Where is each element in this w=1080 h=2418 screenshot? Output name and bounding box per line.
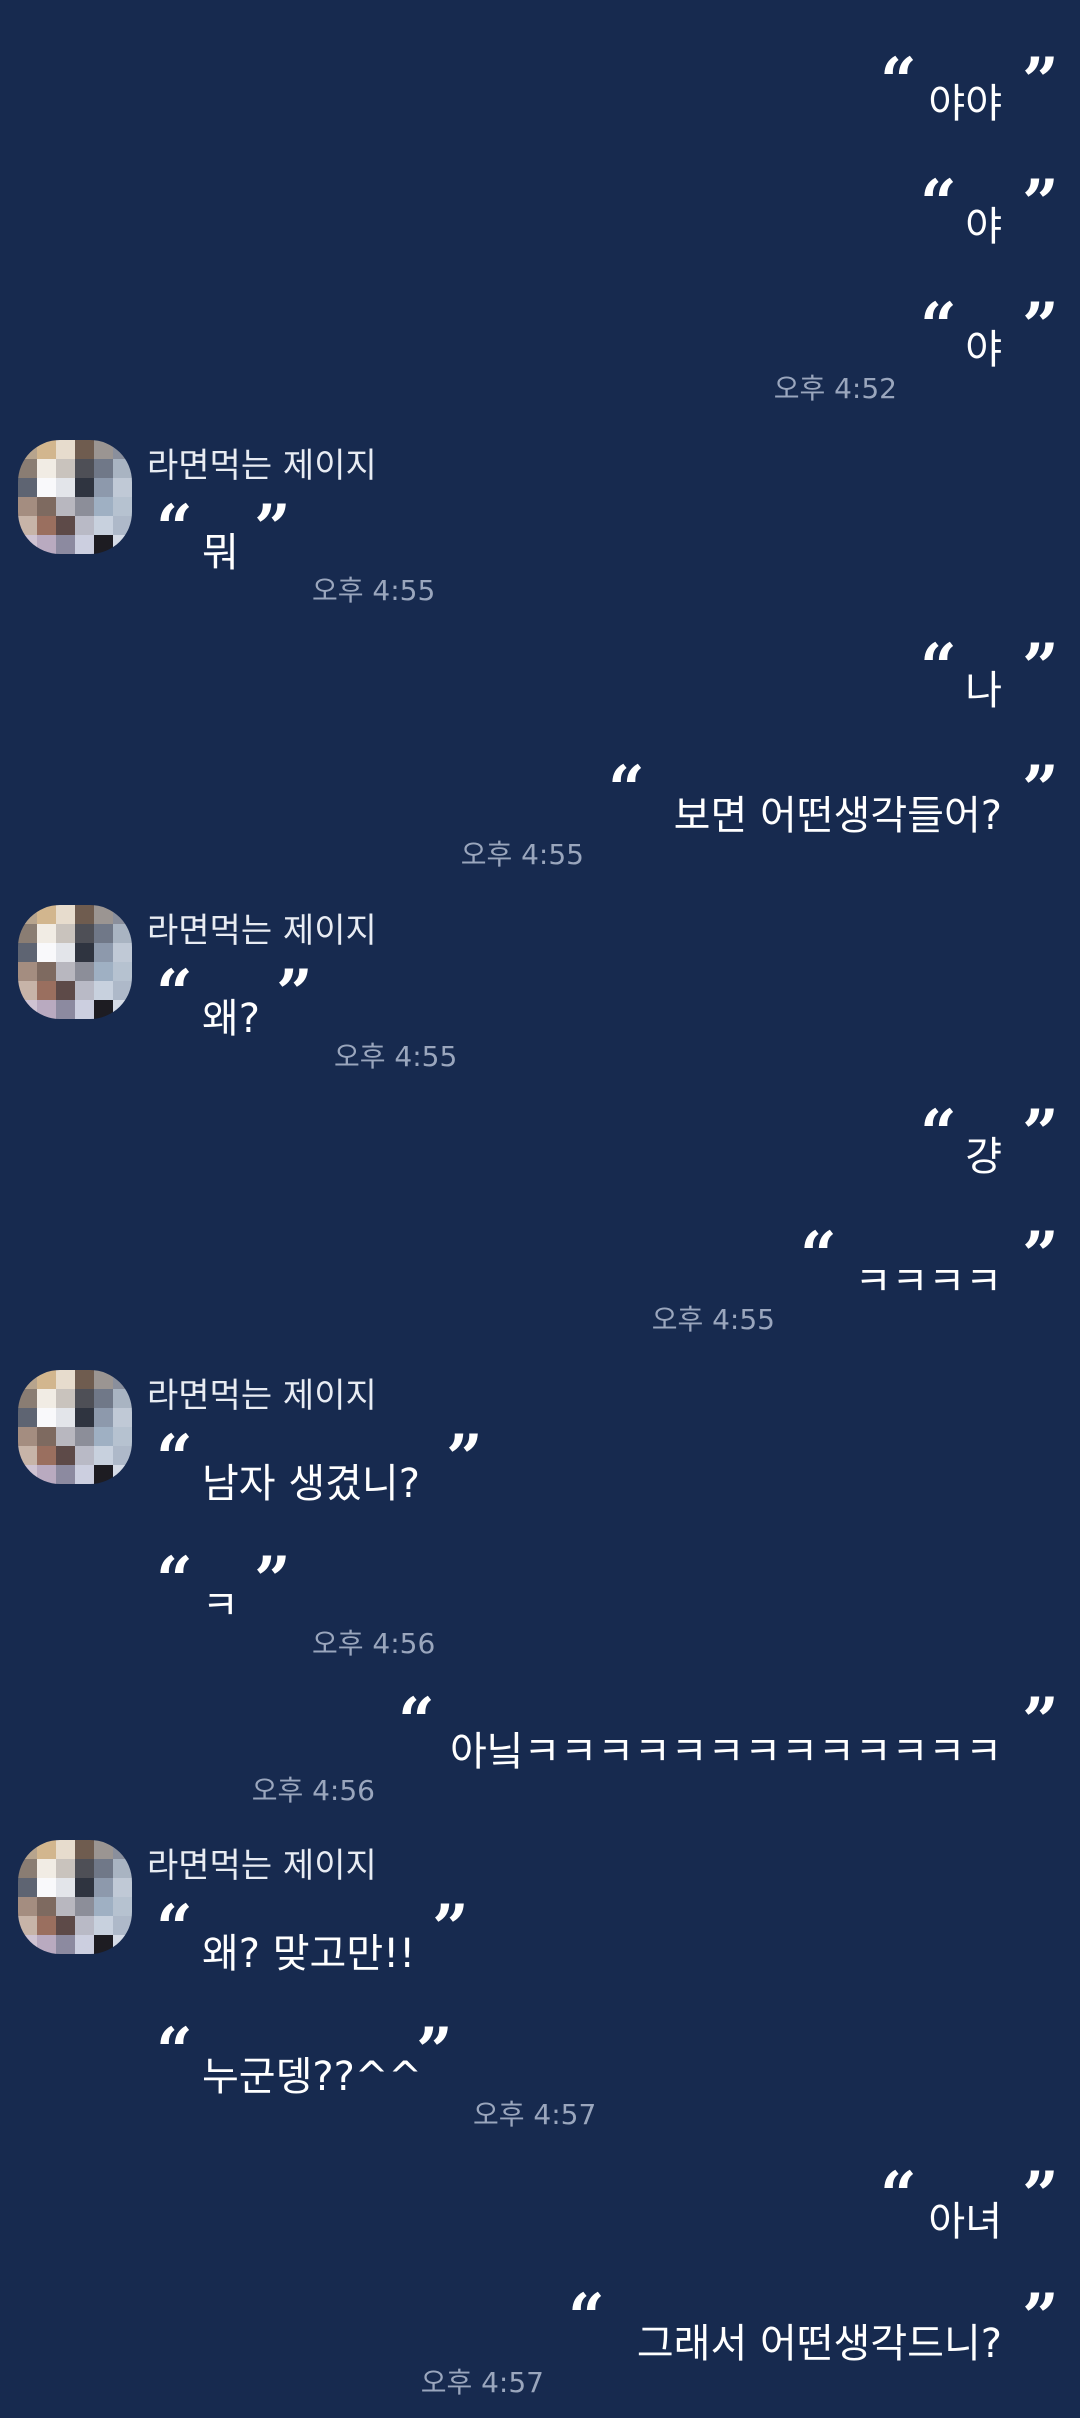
- open-quote-icon: “: [156, 956, 193, 1031]
- avatar[interactable]: [18, 1370, 132, 1484]
- message-text: 걍: [965, 1134, 1002, 1180]
- message-text: 왜?: [202, 996, 261, 1042]
- message-text: 야: [965, 204, 1002, 250]
- open-quote-icon: “: [880, 2158, 917, 2233]
- close-quote-icon: ”: [1022, 166, 1059, 241]
- open-quote-icon: “: [800, 1218, 837, 1293]
- close-quote-icon: ”: [1022, 1096, 1059, 1171]
- close-quote-icon: ”: [446, 1421, 483, 1496]
- close-quote-icon: ”: [254, 1543, 291, 1618]
- message-text: 나: [965, 668, 1002, 714]
- message-timestamp: 오후 4:55: [651, 1303, 775, 1336]
- message-text: 아닠ㅋㅋㅋㅋㅋㅋㅋㅋㅋㅋㅋㅋㅋ: [450, 1729, 1002, 1775]
- open-quote-icon: “: [608, 752, 645, 827]
- open-quote-icon: “: [156, 1421, 193, 1496]
- close-quote-icon: ”: [1022, 752, 1059, 827]
- close-quote-icon: ”: [1022, 1218, 1059, 1293]
- close-quote-icon: ”: [254, 491, 291, 566]
- message-text: 야야: [928, 81, 1002, 127]
- message-timestamp: 오후 4:55: [460, 838, 584, 871]
- message-timestamp: 오후 4:55: [312, 574, 436, 607]
- close-quote-icon: ”: [1022, 44, 1059, 119]
- message-text: ㅋ: [202, 1583, 239, 1629]
- open-quote-icon: “: [398, 1684, 435, 1759]
- close-quote-icon: ”: [1022, 2280, 1059, 2355]
- message-text: ㅋㅋㅋㅋ: [854, 1259, 1002, 1305]
- message-text: 보면 어떤생각들어?: [673, 793, 1002, 839]
- open-quote-icon: “: [156, 1891, 193, 1966]
- open-quote-icon: “: [156, 491, 193, 566]
- sender-name: 라면먹는 제이지: [147, 1376, 377, 1416]
- sender-name: 라면먹는 제이지: [147, 911, 377, 951]
- open-quote-icon: “: [920, 166, 957, 241]
- close-quote-icon: ”: [1022, 1684, 1059, 1759]
- message-text: 누군뎅??^^: [202, 2054, 422, 2100]
- message-timestamp: 오후 4:52: [773, 372, 897, 405]
- open-quote-icon: “: [156, 2014, 193, 2089]
- open-quote-icon: “: [920, 289, 957, 364]
- open-quote-icon: “: [156, 1543, 193, 1618]
- close-quote-icon: ”: [1022, 630, 1059, 705]
- close-quote-icon: ”: [1022, 2158, 1059, 2233]
- open-quote-icon: “: [920, 1096, 957, 1171]
- close-quote-icon: ”: [432, 1891, 469, 1966]
- sender-name: 라면먹는 제이지: [147, 1846, 377, 1886]
- close-quote-icon: ”: [276, 956, 313, 1031]
- avatar[interactable]: [18, 440, 132, 554]
- message-timestamp: 오후 4:56: [251, 1774, 375, 1807]
- message-text: 그래서 어떤생각드니?: [636, 2321, 1002, 2367]
- open-quote-icon: “: [568, 2280, 605, 2355]
- message-text: 왜? 맞고만!!: [202, 1931, 416, 1977]
- close-quote-icon: ”: [1022, 289, 1059, 364]
- message-timestamp: 오후 4:57: [473, 2098, 597, 2131]
- sender-name: 라면먹는 제이지: [147, 446, 377, 486]
- message-text: 뭐: [202, 530, 239, 576]
- message-timestamp: 오후 4:57: [420, 2366, 544, 2399]
- message-text: 남자 생겼니?: [202, 1461, 420, 1507]
- message-text: 아녀: [928, 2199, 1002, 2245]
- open-quote-icon: “: [880, 44, 917, 119]
- message-timestamp: 오후 4:55: [334, 1040, 458, 1073]
- avatar[interactable]: [18, 1840, 132, 1954]
- message-text: 야: [965, 327, 1002, 373]
- avatar[interactable]: [18, 905, 132, 1019]
- open-quote-icon: “: [920, 630, 957, 705]
- message-timestamp: 오후 4:56: [312, 1627, 436, 1660]
